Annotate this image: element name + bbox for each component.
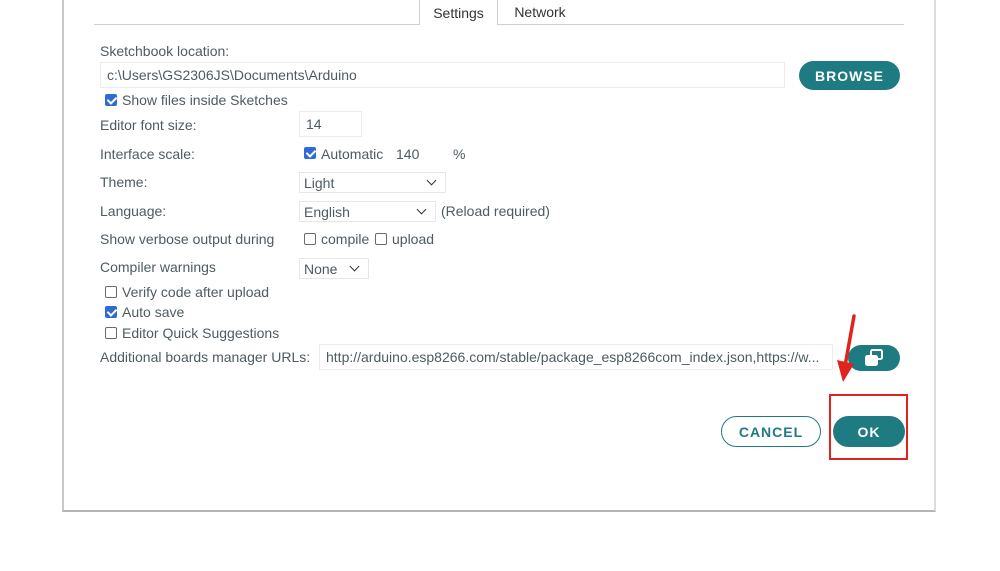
chevron-down-icon — [426, 175, 437, 186]
verbose-upload-label: upload — [392, 231, 435, 247]
interface-scale-label: Interface scale: — [100, 146, 195, 162]
chevron-down-icon — [349, 261, 360, 272]
verbose-upload-checkbox[interactable] — [375, 233, 387, 245]
verbose-output-label: Show verbose output during — [100, 231, 275, 247]
cancel-button[interactable]: CANCEL — [721, 416, 821, 447]
verbose-compile-label: compile — [321, 231, 370, 247]
show-files-checkbox[interactable] — [105, 94, 117, 106]
interface-scale-input[interactable]: 140 — [392, 142, 448, 166]
quick-suggestions-checkbox[interactable] — [105, 327, 117, 339]
tab-settings[interactable]: Settings — [419, 0, 498, 25]
automatic-scale-label: Automatic — [321, 146, 384, 162]
theme-label: Theme: — [100, 174, 148, 190]
quick-suggestions-label: Editor Quick Suggestions — [122, 325, 280, 341]
theme-select[interactable]: Light — [299, 172, 446, 193]
auto-save-label: Auto save — [122, 304, 185, 320]
language-label: Language: — [100, 203, 167, 219]
theme-select-value: Light — [304, 174, 335, 191]
boards-manager-urls-label: Additional boards manager URLs: — [100, 349, 311, 365]
automatic-scale-checkbox[interactable] — [304, 147, 316, 159]
compiler-warnings-select-value: None — [304, 260, 338, 277]
open-window-icon — [865, 349, 883, 366]
editor-font-size-input[interactable]: 14 — [299, 111, 362, 137]
chevron-down-icon — [416, 204, 427, 215]
verify-after-upload-label: Verify code after upload — [122, 284, 270, 300]
verify-after-upload-checkbox[interactable] — [105, 286, 117, 298]
tab-network[interactable]: Network — [498, 0, 582, 24]
editor-font-size-label: Editor font size: — [100, 117, 197, 133]
red-arrow-icon — [837, 314, 856, 382]
compiler-warnings-select[interactable]: None — [299, 258, 369, 279]
browse-button[interactable]: BROWSE — [799, 61, 900, 90]
interface-scale-unit: % — [453, 146, 466, 162]
language-select[interactable]: English — [299, 201, 436, 222]
show-files-label: Show files inside Sketches — [122, 92, 288, 108]
language-select-value: English — [304, 203, 350, 220]
auto-save-checkbox[interactable] — [105, 306, 117, 318]
boards-manager-urls-input[interactable]: http://arduino.esp8266.com/stable/packag… — [319, 344, 833, 370]
compiler-warnings-label: Compiler warnings — [100, 259, 216, 275]
preferences-page: Settings Network Sketchbook location: c:… — [0, 0, 1000, 571]
sketchbook-location-input[interactable]: c:\Users\GS2306JS\Documents\Arduino — [100, 62, 785, 88]
sketchbook-location-label: Sketchbook location: — [100, 43, 230, 59]
verbose-compile-checkbox[interactable] — [304, 233, 316, 245]
tab-bar-divider — [94, 24, 904, 25]
ok-button-highlight-box — [829, 394, 908, 460]
language-reload-note: (Reload required) — [441, 203, 550, 219]
